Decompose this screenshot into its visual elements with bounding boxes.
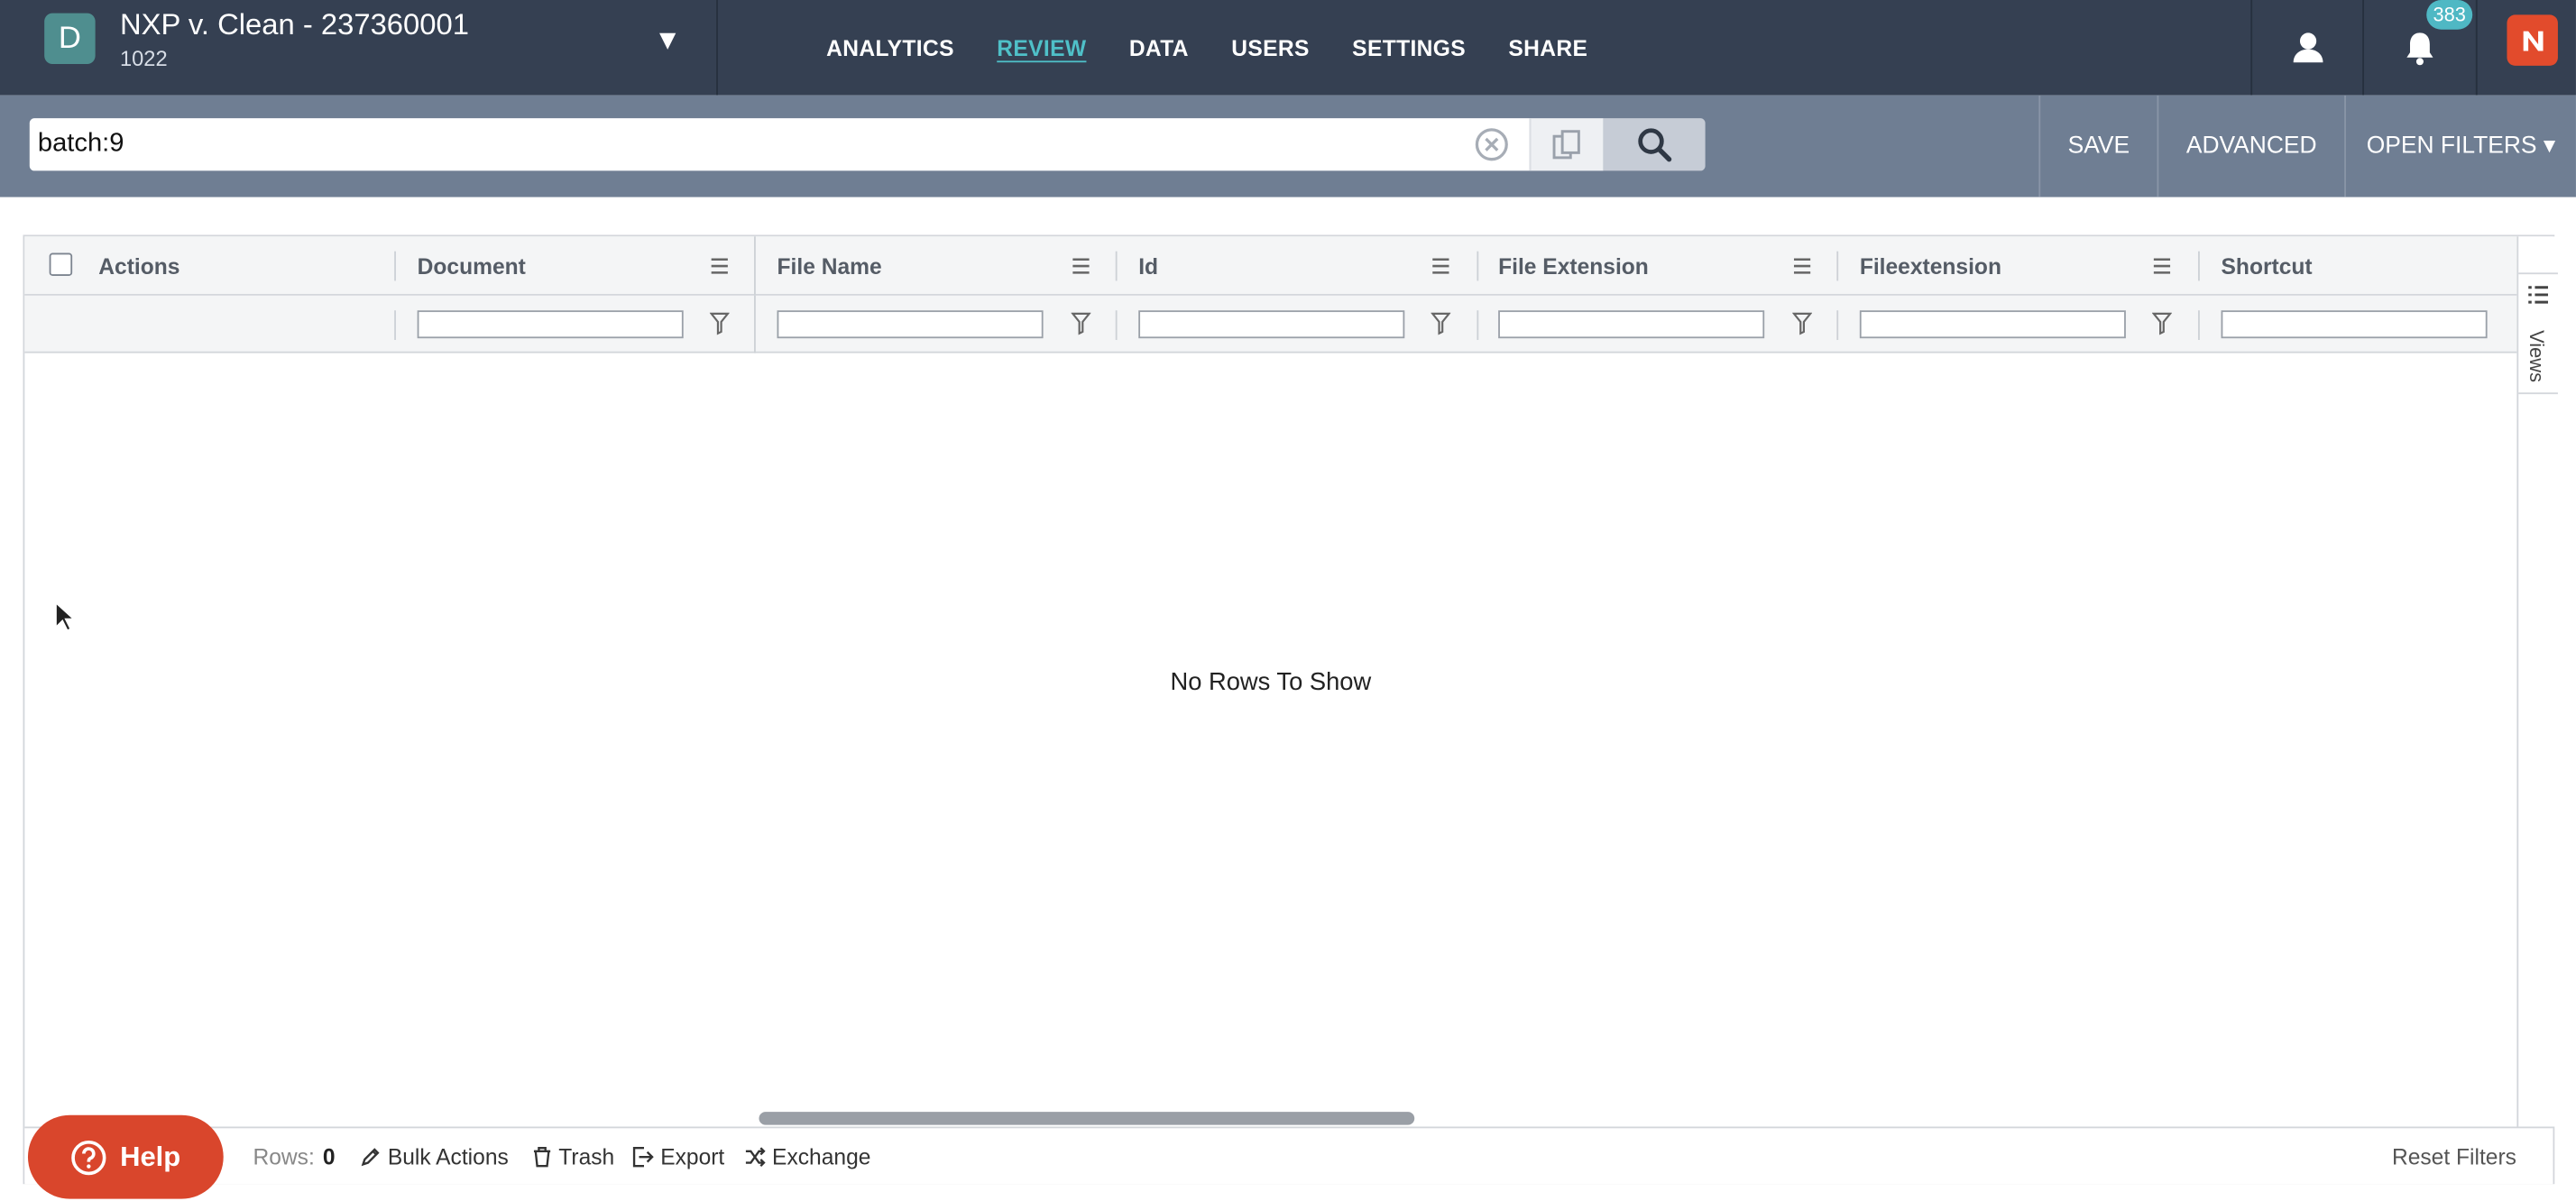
file-extension-filter-input[interactable] [1498, 310, 1765, 339]
list-icon [2528, 286, 2548, 304]
column-resize-handle[interactable] [1477, 251, 1479, 281]
export-button[interactable]: Export [632, 1128, 724, 1186]
column-divider [394, 310, 396, 341]
file-name-filter-input[interactable] [777, 310, 1044, 339]
nav-settings[interactable]: SETTINGS [1331, 35, 1487, 60]
filter-icon[interactable] [1071, 312, 1091, 335]
mouse-cursor-icon [55, 600, 74, 632]
column-header-document[interactable]: Document [418, 236, 526, 296]
help-icon [71, 1140, 106, 1175]
nav-divider [716, 0, 718, 96]
help-button[interactable]: Help [27, 1114, 224, 1199]
no-rows-message: No Rows To Show [1170, 668, 1372, 697]
rows-count-value: 0 [322, 1144, 336, 1169]
column-resize-handle[interactable] [2198, 251, 2200, 281]
column-divider [1477, 310, 1479, 341]
column-resize-handle[interactable] [394, 251, 396, 281]
copy-query-button[interactable] [1529, 118, 1604, 171]
shortcut-filter-input[interactable] [2221, 310, 2488, 339]
top-navbar: D NXP v. Clean - 237360001 1022 ▼ ANALYT… [0, 0, 2576, 96]
main-nav: ANALYTICS REVIEW DATA USERS SETTINGS SHA… [805, 0, 1609, 96]
export-label: Export [660, 1144, 725, 1169]
export-icon [632, 1146, 654, 1168]
reset-filters-button[interactable]: Reset Filters [2392, 1128, 2516, 1186]
shuffle-icon [745, 1147, 766, 1168]
clear-icon[interactable] [1474, 126, 1510, 162]
bulk-actions-label: Bulk Actions [387, 1144, 509, 1169]
project-title[interactable]: NXP v. Clean - 237360001 [120, 8, 469, 42]
column-menu-icon[interactable] [710, 256, 730, 276]
horizontal-scrollbar[interactable] [759, 1112, 1415, 1125]
column-divider [1115, 310, 1118, 341]
column-menu-icon[interactable] [1431, 256, 1450, 276]
filter-icon[interactable] [2152, 312, 2172, 335]
copy-icon [1552, 130, 1580, 160]
search-input[interactable] [37, 118, 1451, 171]
side-panel: Views [2516, 236, 2558, 1127]
column-header-fileextension[interactable]: Fileextension [1860, 236, 2001, 296]
nav-users[interactable]: USERS [1210, 35, 1331, 60]
grid-status-bar: Rows: 0 Bulk Actions Trash Export Exchan… [24, 1126, 2553, 1186]
user-icon [2292, 32, 2323, 63]
project-avatar[interactable]: D [44, 13, 96, 65]
help-label: Help [120, 1140, 181, 1172]
select-all-checkbox[interactable] [49, 252, 73, 276]
rows-count-label: Rows: 0 [253, 1128, 335, 1186]
app-root: D NXP v. Clean - 237360001 1022 ▼ ANALYT… [0, 0, 2576, 1201]
grid-header-row: Actions Document File Name Id File Exten… [24, 236, 2517, 296]
column-menu-icon[interactable] [2152, 256, 2172, 276]
notification-count-badge: 383 [2426, 0, 2473, 30]
search-icon [1638, 128, 1672, 162]
project-dropdown-caret-icon[interactable]: ▼ [654, 24, 682, 57]
nav-data[interactable]: DATA [1108, 35, 1210, 60]
nav-divider [2475, 0, 2478, 96]
brand-logo-icon [2522, 30, 2543, 50]
fileextension-filter-input[interactable] [1859, 310, 2126, 339]
column-header-id[interactable]: Id [1138, 236, 1158, 296]
nav-analytics[interactable]: ANALYTICS [805, 35, 975, 60]
pinned-column-divider [754, 236, 756, 296]
user-menu-button[interactable] [2252, 0, 2362, 96]
filter-icon[interactable] [1431, 312, 1451, 335]
views-panel-toggle[interactable]: Views [2518, 272, 2558, 395]
document-filter-input[interactable] [417, 310, 684, 339]
bulk-actions-button[interactable]: Bulk Actions [360, 1128, 509, 1186]
advanced-search-button[interactable]: ADVANCED [2158, 96, 2344, 197]
column-header-file-name[interactable]: File Name [777, 236, 882, 296]
exchange-button[interactable]: Exchange [744, 1128, 870, 1186]
nav-review[interactable]: REVIEW [976, 35, 1109, 60]
trash-icon [533, 1146, 551, 1168]
column-menu-icon[interactable] [1792, 256, 1812, 276]
brand-logo[interactable] [2507, 14, 2558, 66]
nav-share[interactable]: SHARE [1487, 35, 1609, 60]
column-header-actions: Actions [98, 253, 180, 279]
search-button[interactable] [1603, 118, 1706, 171]
bell-icon [2406, 32, 2433, 65]
id-filter-input[interactable] [1138, 310, 1405, 339]
save-search-button[interactable]: SAVE [2040, 96, 2157, 197]
column-divider [2198, 310, 2200, 341]
column-divider [1836, 310, 1839, 341]
exchange-label: Exchange [772, 1144, 871, 1169]
column-resize-handle[interactable] [1836, 251, 1839, 281]
grid-filter-row [24, 295, 2517, 353]
trash-label: Trash [558, 1144, 615, 1169]
open-filters-button[interactable]: OPEN FILTERS ▾ [2346, 96, 2576, 197]
project-subtitle: 1022 [119, 45, 168, 71]
column-header-file-extension[interactable]: File Extension [1498, 236, 1649, 296]
trash-button[interactable]: Trash [532, 1128, 614, 1186]
views-label: Views [2525, 330, 2548, 383]
pinned-column-divider [754, 295, 756, 353]
rows-label: Rows: [253, 1144, 315, 1169]
results-grid: Actions Document File Name Id File Exten… [23, 234, 2558, 1186]
filter-icon[interactable] [1792, 312, 1813, 335]
search-field[interactable] [29, 118, 1530, 171]
column-menu-icon[interactable] [1072, 256, 1091, 276]
column-resize-handle[interactable] [1115, 251, 1118, 281]
column-header-shortcut[interactable]: Shortcut [2222, 236, 2313, 296]
pencil-icon [361, 1148, 380, 1167]
filter-icon[interactable] [709, 312, 730, 335]
